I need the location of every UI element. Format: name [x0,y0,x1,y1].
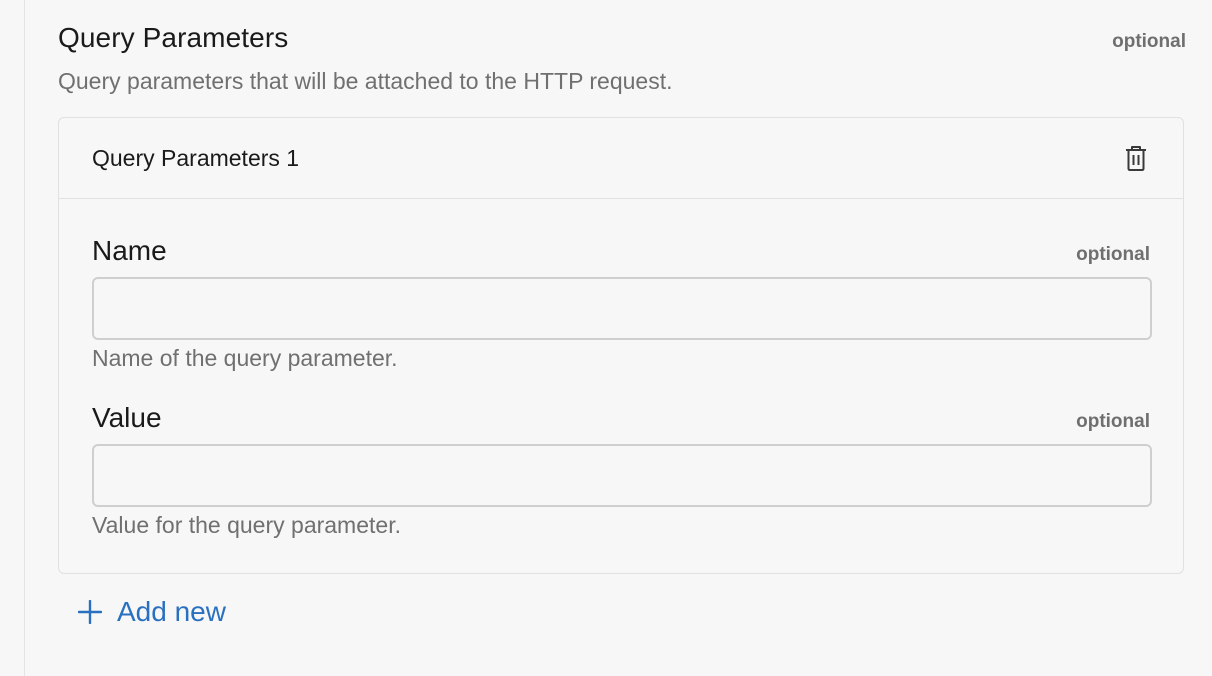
add-new-button[interactable]: Add new [78,596,226,628]
left-rail-divider [24,0,25,676]
value-field-group: Value optional Value for the query param… [92,402,1152,539]
plus-icon [78,600,102,624]
section-description: Query parameters that will be attached t… [58,68,673,94]
query-parameters-section: Query Parameters optional Query paramete… [58,22,1186,629]
name-help-text: Name of the query parameter. [92,345,398,371]
name-label: Name [92,235,167,266]
name-input[interactable] [92,277,1152,340]
value-label: Value [92,402,162,433]
value-help-text: Value for the query parameter. [92,512,401,538]
section-header: Query Parameters optional [58,22,1186,58]
card-title: Query Parameters 1 [92,144,300,171]
value-optional-tag: optional [1076,411,1150,432]
section-title: Query Parameters [58,22,289,53]
name-optional-tag: optional [1076,244,1150,265]
add-new-label: Add new [117,596,226,627]
name-label-row: Name optional [92,235,1150,267]
value-input[interactable] [92,444,1152,507]
name-field-group: Name optional Name of the query paramete… [92,235,1152,372]
value-label-row: Value optional [92,402,1150,434]
trash-icon[interactable] [1123,144,1149,172]
query-parameter-card: Query Parameters 1 Name optional Name of… [58,117,1184,574]
card-body: Name optional Name of the query paramete… [59,199,1183,573]
page: Query Parameters optional Query paramete… [0,0,1212,676]
card-header: Query Parameters 1 [59,118,1183,199]
section-optional-tag: optional [1112,31,1186,52]
